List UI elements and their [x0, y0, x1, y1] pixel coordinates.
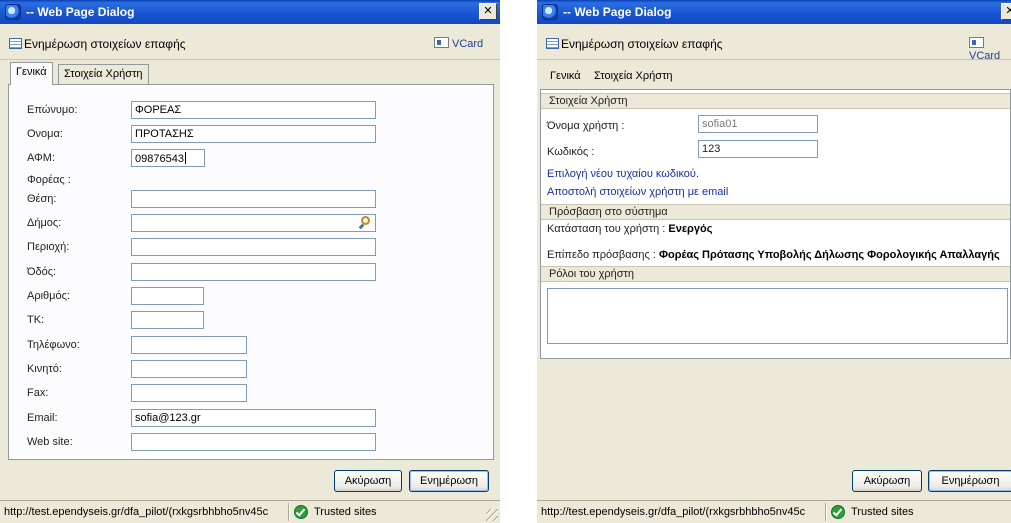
street-input[interactable] — [131, 263, 376, 281]
email-label: Email: — [27, 412, 58, 424]
municipality-input[interactable] — [131, 214, 376, 232]
area-input[interactable] — [131, 238, 376, 256]
contact-form-icon — [9, 38, 22, 49]
dialog-general: -- Web Page Dialog ✕ Ενημέρωση στοιχείων… — [0, 0, 500, 523]
access-section-header: Πρόσβαση στο σύστημα — [541, 204, 1010, 220]
access-level: Επίπεδο πρόσβασης : Φορέας Πρότασης Υποβ… — [547, 249, 1000, 261]
status-divider — [825, 503, 827, 521]
vcard-label: VCard — [969, 50, 1001, 62]
search-icon[interactable] — [358, 216, 372, 230]
status-divider — [288, 503, 290, 521]
vcard-link[interactable]: VCard — [434, 37, 483, 50]
position-label: Θέση: — [27, 193, 57, 205]
security-zone-label: Trusted sites — [314, 506, 377, 518]
username-input[interactable]: sofia01 — [698, 115, 818, 133]
window-title: -- Web Page Dialog — [26, 5, 135, 19]
tab-general[interactable]: Γενικά — [545, 67, 586, 87]
window-title: -- Web Page Dialog — [563, 5, 672, 19]
surname-label: Επώνυμο: — [27, 104, 78, 116]
municipality-label: Δήμος: — [27, 217, 62, 229]
update-button[interactable]: Ενημέρωση — [928, 470, 1011, 492]
tax-id-input[interactable]: 09876543 — [131, 149, 205, 167]
phone-input[interactable] — [131, 336, 247, 354]
firstname-input[interactable]: ΠΡΟΤΑΣΗΣ — [131, 125, 376, 143]
mobile-input[interactable] — [131, 360, 247, 378]
organization-label: Φορέας : — [27, 174, 71, 186]
roles-section-header: Ρόλοι του χρήστη — [541, 266, 1010, 282]
text-caret — [184, 152, 186, 164]
website-label: Web site: — [27, 436, 73, 448]
tab-strip: Γενικά Στοιχεία Χρήστη — [0, 62, 500, 85]
user-section-header: Στοιχεία Χρήστη — [541, 93, 1010, 109]
general-tab-panel: Επώνυμο: ΦΟΡΕΑΣ Ονομα: ΠΡΟΤΑΣΗΣ ΑΦΜ: 098… — [8, 84, 494, 460]
tax-id-label: ΑΦΜ: — [27, 152, 56, 164]
status-url: http://test.ependyseis.gr/dfa_pilot/(rxk… — [541, 506, 806, 518]
mobile-label: Κινητό: — [27, 363, 62, 375]
fax-input[interactable] — [131, 384, 247, 402]
tax-id-value: 09876543 — [135, 153, 184, 165]
postcode-label: ΤΚ: — [27, 314, 45, 326]
tab-strip: Γενικά Στοιχεία Χρήστη — [537, 62, 1011, 84]
dialog-footer: Ακύρωση Ενημέρωση — [0, 462, 500, 500]
status-url: http://test.ependyseis.gr/dfa_pilot/(rxk… — [4, 506, 269, 518]
website-input[interactable] — [131, 433, 376, 451]
trusted-zone-icon — [831, 505, 845, 519]
postcode-input[interactable] — [131, 311, 204, 329]
access-level-label: Επίπεδο πρόσβασης : — [547, 249, 656, 261]
title-bar[interactable]: -- Web Page Dialog ✕ — [0, 0, 500, 24]
update-button[interactable]: Ενημέρωση — [409, 470, 489, 492]
dialog-header: Ενημέρωση στοιχείων επαφής VCard — [537, 24, 1011, 62]
user-status-label: Κατάσταση του χρήστη : — [547, 223, 666, 235]
vcard-icon — [969, 37, 984, 48]
contact-form-icon — [546, 38, 559, 49]
resize-grip[interactable] — [486, 509, 498, 521]
vcard-label: VCard — [452, 38, 484, 50]
user-status: Κατάσταση του χρήστη : Ενεργός — [547, 223, 712, 235]
status-bar: http://test.ependyseis.gr/dfa_pilot/(rxk… — [0, 500, 500, 523]
dialog-heading: Ενημέρωση στοιχείων επαφής — [561, 37, 723, 51]
tab-user-details[interactable]: Στοιχεία Χρήστη — [58, 64, 149, 84]
email-credentials-link[interactable]: Αποστολή στοιχείων χρήστη με email — [547, 186, 728, 198]
trusted-zone-icon — [294, 505, 308, 519]
tab-general[interactable]: Γενικά — [10, 62, 53, 85]
ie-app-icon — [5, 4, 21, 20]
password-label: Κωδικός : — [547, 146, 595, 158]
cancel-button[interactable]: Ακύρωση — [852, 470, 922, 492]
position-input[interactable] — [131, 190, 376, 208]
fax-label: Fax: — [27, 387, 49, 399]
title-bar[interactable]: -- Web Page Dialog ✕ — [537, 0, 1011, 24]
vcard-icon — [434, 37, 449, 48]
username-label: Όνομα χρήστη : — [547, 120, 625, 132]
area-label: Περιοχή: — [27, 241, 70, 253]
random-password-link[interactable]: Επιλογή νέου τυχαίου κωδικού. — [547, 168, 699, 180]
user-details-panel: Στοιχεία Χρήστη Όνομα χρήστη : sofia01 Κ… — [540, 89, 1011, 359]
phone-label: Τηλέφωνο: — [27, 339, 80, 351]
dialog-footer: Ακύρωση Ενημέρωση — [537, 462, 1011, 500]
user-status-value: Ενεργός — [668, 223, 713, 235]
number-label: Αριθμός: — [27, 290, 70, 302]
password-input[interactable]: 123 — [698, 140, 818, 158]
dialog-heading: Ενημέρωση στοιχείων επαφής — [24, 37, 186, 51]
tab-user-details[interactable]: Στοιχεία Χρήστη — [589, 67, 678, 87]
ie-app-icon — [542, 4, 558, 20]
access-level-value: Φορέας Πρότασης Υποβολής Δήλωσης Φορολογ… — [658, 249, 1000, 261]
vcard-link[interactable]: VCard — [969, 37, 1011, 62]
cancel-button[interactable]: Ακύρωση — [334, 470, 402, 492]
close-button[interactable]: ✕ — [479, 3, 497, 20]
security-zone-label: Trusted sites — [851, 506, 914, 518]
email-input[interactable]: sofia@123.gr — [131, 409, 376, 427]
close-button[interactable]: ✕ — [1001, 3, 1011, 20]
number-input[interactable] — [131, 287, 204, 305]
firstname-label: Ονομα: — [27, 128, 63, 140]
status-bar: http://test.ependyseis.gr/dfa_pilot/(rxk… — [537, 500, 1011, 523]
roles-list[interactable] — [547, 288, 1008, 344]
surname-input[interactable]: ΦΟΡΕΑΣ — [131, 101, 376, 119]
street-label: Όδός: — [27, 266, 57, 278]
dialog-header: Ενημέρωση στοιχείων επαφής VCard — [0, 24, 500, 60]
dialog-user-details: -- Web Page Dialog ✕ Ενημέρωση στοιχείων… — [537, 0, 1011, 523]
